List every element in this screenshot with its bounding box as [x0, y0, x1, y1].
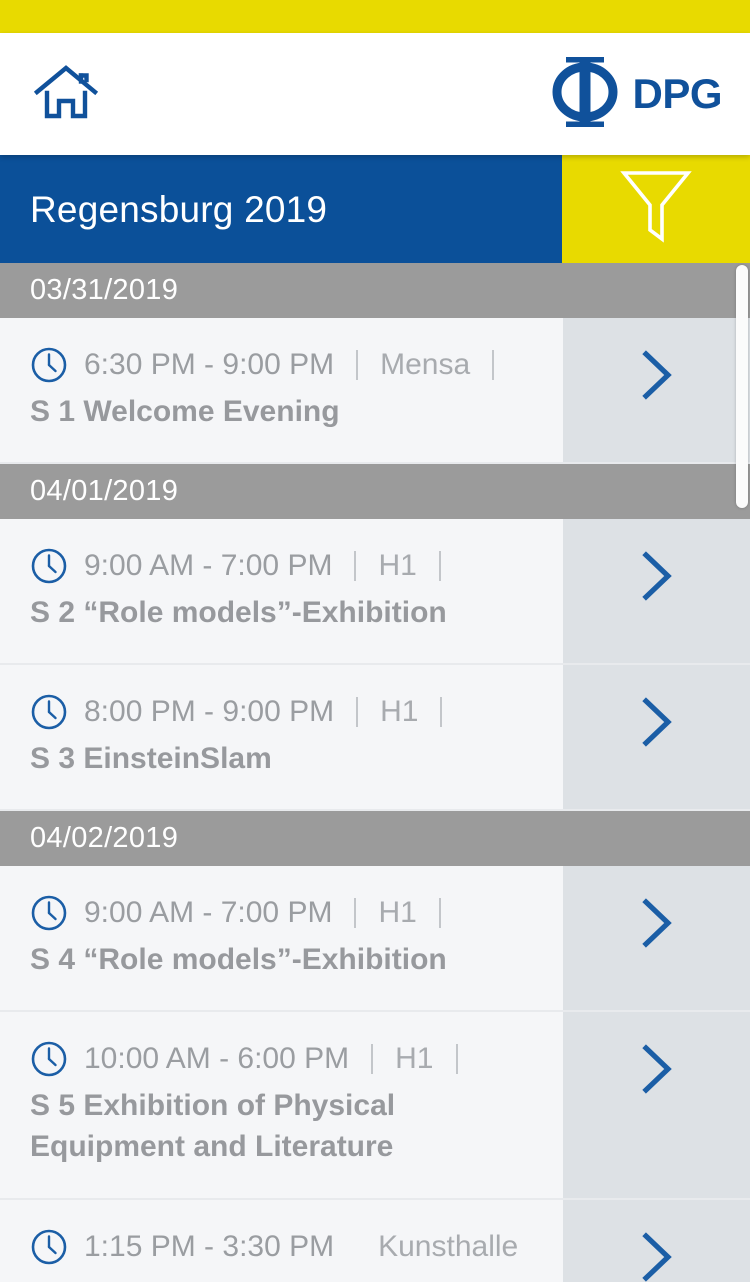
vertical-scrollbar[interactable] — [736, 265, 748, 508]
event-time: 1:15 PM - 3:30 PM — [84, 1229, 335, 1263]
page-title-container: Regensburg 2019 — [0, 155, 562, 263]
event-meta: 9:00 AM - 7:00 PM H1 — [30, 547, 543, 585]
event-open-button[interactable] — [563, 1012, 750, 1198]
event-meta: 9:00 AM - 7:00 PM H1 — [30, 894, 543, 932]
event-location: H1 — [378, 549, 417, 583]
event-row[interactable]: 10:00 AM - 6:00 PM H1 S 5 Exhibition of Ph… — [0, 1012, 750, 1200]
event-meta: 1:15 PM - 3:30 PM Kunsthalle — [30, 1228, 543, 1266]
clock-icon — [30, 1040, 68, 1078]
chevron-right-icon — [637, 896, 677, 955]
event-time: 9:00 AM - 7:00 PM — [84, 896, 333, 930]
filter-button[interactable] — [562, 155, 750, 263]
event-time: 10:00 AM - 6:00 PM — [84, 1042, 350, 1076]
home-button[interactable] — [30, 58, 102, 130]
meta-separator — [354, 551, 357, 582]
event-title: S 1 Welcome Evening — [30, 395, 340, 428]
event-time: 6:30 PM - 9:00 PM — [84, 348, 335, 381]
page-title-bar: Regensburg 2019 — [0, 155, 750, 263]
chevron-right-icon — [637, 1230, 677, 1282]
event-meta: 8:00 PM - 9:00 PM H1 — [30, 693, 543, 731]
event-row-body[interactable]: 9:00 AM - 7:00 PM H1 S 4 “Role models”-Exh… — [0, 866, 563, 1011]
event-row[interactable]: 9:00 AM - 7:00 PM H1 S 4 “Role models”-Exh… — [0, 866, 750, 1013]
chevron-right-icon — [637, 695, 677, 754]
clock-icon — [30, 547, 68, 585]
schedule-list[interactable]: 03/31/2019 6:30 PM - 9:00 PM Mensa S 1 Welc… — [0, 263, 750, 1282]
home-icon — [33, 59, 99, 130]
event-title: S 3 EinsteinSlam — [30, 742, 272, 776]
event-row[interactable]: 1:15 PM - 3:30 PM Kunsthalle — [0, 1199, 750, 1282]
app-header-bar: DPG — [0, 33, 750, 155]
event-meta: 10:00 AM - 6:00 PM H1 — [30, 1040, 543, 1078]
filter-funnel-icon — [617, 167, 695, 252]
app-root: DPG Regensburg 2019 03/31/2019 6:30 PM - … — [0, 0, 750, 1282]
meta-separator — [438, 551, 441, 582]
event-row-body[interactable]: 10:00 AM - 6:00 PM H1 S 5 Exhibition of Ph… — [0, 1012, 563, 1198]
clock-icon — [30, 346, 68, 384]
date-group-header: 04/01/2019 — [0, 464, 750, 520]
clock-icon — [30, 693, 68, 731]
event-location: H1 — [380, 695, 419, 729]
event-open-button[interactable] — [563, 1199, 750, 1282]
event-row[interactable]: 6:30 PM - 9:00 PM Mensa S 1 Welcome Evenin… — [0, 318, 750, 465]
event-row-body[interactable]: 9:00 AM - 7:00 PM H1 S 2 “Role models”-Exh… — [0, 519, 563, 664]
event-location: H1 — [395, 1042, 434, 1076]
event-row[interactable]: 8:00 PM - 9:00 PM H1 S 3 EinsteinSlam — [0, 665, 750, 812]
meta-separator — [455, 1044, 458, 1075]
dpg-logo: DPG — [552, 55, 722, 134]
clock-icon — [30, 1228, 68, 1266]
meta-separator — [492, 350, 495, 380]
chevron-right-icon — [637, 549, 677, 608]
meta-separator — [356, 697, 359, 728]
event-open-button[interactable] — [563, 866, 750, 1011]
event-title: S 5 Exhibition of Physical Equipment and… — [30, 1089, 396, 1164]
event-row-body[interactable]: 6:30 PM - 9:00 PM Mensa S 1 Welcome Evenin… — [0, 318, 563, 463]
event-row-body[interactable]: 8:00 PM - 9:00 PM H1 S 3 EinsteinSlam — [0, 665, 563, 810]
event-meta: 6:30 PM - 9:00 PM Mensa — [30, 346, 543, 384]
event-time: 8:00 PM - 9:00 PM — [84, 695, 335, 729]
meta-separator — [371, 1044, 374, 1075]
status-bar-strip — [0, 0, 750, 33]
meta-separator — [356, 350, 359, 380]
meta-separator — [354, 898, 357, 929]
event-time: 9:00 AM - 7:00 PM — [84, 549, 333, 583]
event-title: S 4 “Role models”-Exhibition — [30, 943, 447, 977]
event-title: S 2 “Role models”-Exhibition — [30, 596, 447, 630]
page-title: Regensburg 2019 — [30, 188, 328, 230]
event-open-button[interactable] — [563, 519, 750, 664]
chevron-right-icon — [637, 348, 677, 407]
event-row[interactable]: 9:00 AM - 7:00 PM H1 S 2 “Role models”-Exh… — [0, 519, 750, 666]
clock-icon — [30, 894, 68, 932]
meta-separator — [440, 697, 443, 728]
event-open-button[interactable] — [563, 665, 750, 810]
event-location: Kunsthalle — [378, 1229, 519, 1263]
brand-label: DPG — [632, 70, 722, 117]
event-location: Mensa — [380, 348, 471, 381]
event-location: H1 — [378, 896, 417, 930]
chevron-right-icon — [637, 1042, 677, 1101]
date-group-header: 03/31/2019 — [0, 263, 750, 318]
date-group-header: 04/02/2019 — [0, 811, 750, 867]
event-row-body[interactable]: 1:15 PM - 3:30 PM Kunsthalle — [0, 1199, 563, 1282]
meta-separator — [438, 898, 441, 929]
event-open-button[interactable] — [563, 318, 750, 463]
dpg-phi-logo-icon — [552, 55, 618, 134]
